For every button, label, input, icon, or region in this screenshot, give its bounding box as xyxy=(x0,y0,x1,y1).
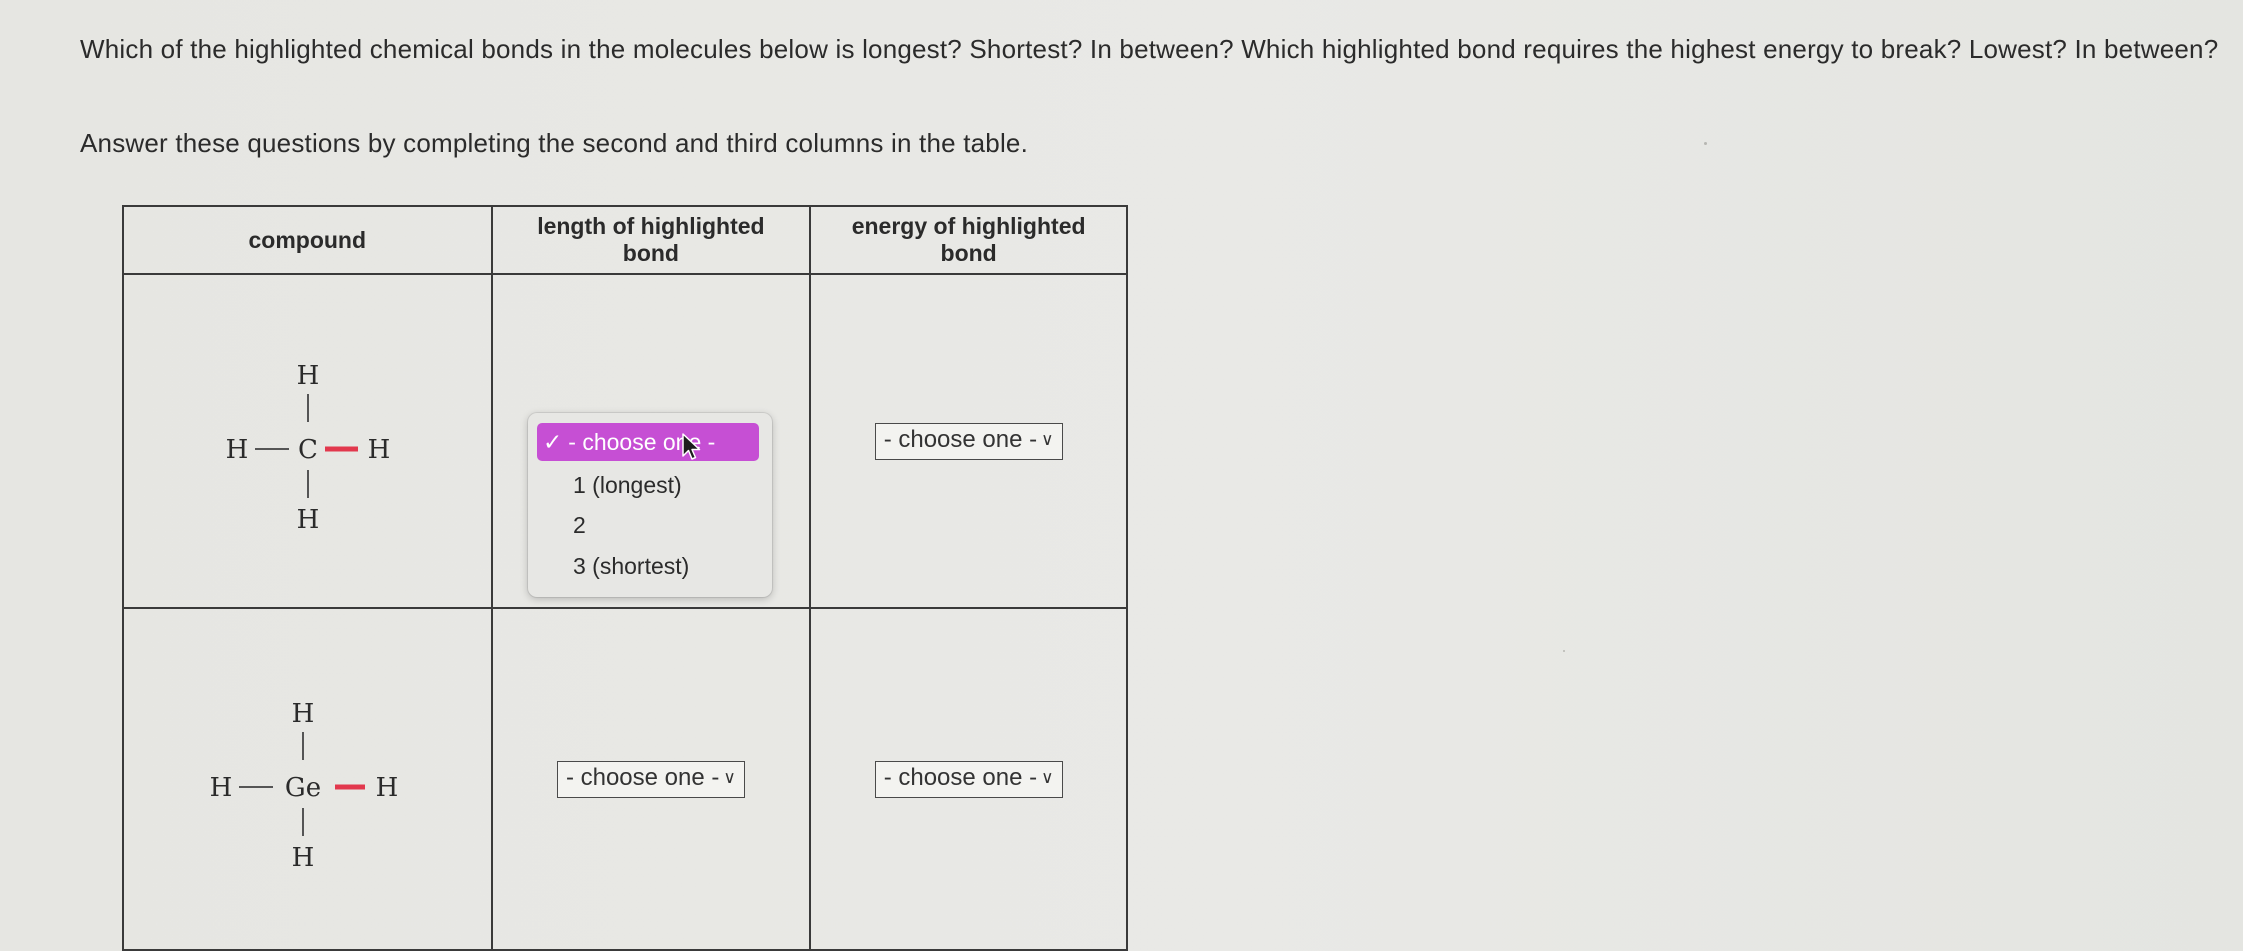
atom-left: H xyxy=(210,773,233,803)
chevron-down-icon: ∨ xyxy=(1041,767,1054,787)
compound-cell: H H Ge H H xyxy=(122,607,493,951)
atom-top: H xyxy=(292,699,315,729)
table-row: H H Ge H H - choose one - ∨ - choose one … xyxy=(122,607,1128,951)
atom-bottom: H xyxy=(297,505,320,534)
header-energy: energy of highlighted bond xyxy=(809,205,1128,275)
energy-cell: - choose one - ∨ xyxy=(809,273,1128,609)
atom-left: H xyxy=(226,435,249,465)
dropdown-option-2[interactable]: 2 xyxy=(573,510,586,540)
germane-lewis-diagram: H H Ge H H xyxy=(210,699,399,872)
length-cell: - choose one - ∨ xyxy=(490,607,812,951)
mouse-pointer-icon xyxy=(682,433,701,460)
background-speck xyxy=(1704,142,1707,145)
header-length: length of highlighted bond xyxy=(490,205,812,275)
chevron-down-icon: ∨ xyxy=(1041,429,1054,449)
energy-select-row2[interactable]: - choose one - ∨ xyxy=(874,760,1063,798)
background-speck xyxy=(1563,650,1565,652)
atom-center: C xyxy=(298,435,318,465)
germane-structure: H H Ge H H xyxy=(197,682,417,872)
header-compound: compound xyxy=(122,205,493,275)
instruction-text: Answer these questions by completing the… xyxy=(80,128,1029,158)
dropdown-option-shortest[interactable]: 3 (shortest) xyxy=(573,551,689,581)
header-length-line2: bond xyxy=(622,240,679,266)
atom-top: H xyxy=(297,361,320,391)
energy-cell: - choose one - ∨ xyxy=(809,607,1128,951)
select-value: - choose one - xyxy=(883,425,1038,453)
chevron-down-icon: ∨ xyxy=(723,767,736,787)
header-energy-line1: energy of highlighted xyxy=(851,213,1086,239)
length-select-row2[interactable]: - choose one - ∨ xyxy=(556,760,745,798)
atom-right: H xyxy=(368,435,391,465)
methane-structure: H H C H H xyxy=(207,344,407,534)
atom-center: Ge xyxy=(285,773,321,803)
energy-select-row1[interactable]: - choose one - ∨ xyxy=(874,422,1063,460)
header-energy-line2: bond xyxy=(940,240,997,266)
methane-lewis-diagram: H H C H H xyxy=(226,361,391,534)
select-value: - choose one - xyxy=(565,763,720,791)
dropdown-option-selected[interactable]: ✓ - choose one - xyxy=(537,423,759,461)
atom-bottom: H xyxy=(292,843,315,872)
compound-cell: H H C H H xyxy=(122,273,493,609)
question-text: Which of the highlighted chemical bonds … xyxy=(80,34,2219,64)
length-dropdown-menu: ✓ - choose one - 1 (longest) 2 3 (shortes… xyxy=(528,413,772,597)
select-value: - choose one - xyxy=(883,763,1038,791)
checkmark-icon: ✓ xyxy=(543,429,563,455)
atom-right: H xyxy=(376,773,399,803)
header-row: compound length of highlighted bond ener… xyxy=(122,205,1128,275)
header-length-line1: length of highlighted xyxy=(537,213,765,239)
dropdown-option-longest[interactable]: 1 (longest) xyxy=(573,470,682,500)
